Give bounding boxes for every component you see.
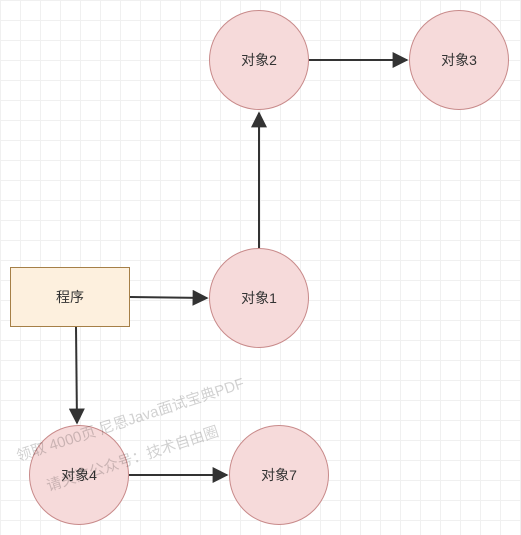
- node-obj3-label: 对象3: [441, 50, 477, 70]
- node-obj4-label: 对象4: [61, 465, 97, 485]
- node-program[interactable]: 程序: [10, 267, 130, 327]
- node-obj1-label: 对象1: [241, 288, 277, 308]
- node-obj4[interactable]: 对象4: [29, 425, 129, 525]
- node-obj7-label: 对象7: [261, 465, 297, 485]
- edge-program-obj1: [130, 297, 207, 298]
- node-obj2-label: 对象2: [241, 50, 277, 70]
- node-obj1[interactable]: 对象1: [209, 248, 309, 348]
- node-program-label: 程序: [56, 287, 84, 307]
- edge-program-obj4: [76, 327, 77, 423]
- node-obj2[interactable]: 对象2: [209, 10, 309, 110]
- node-obj7[interactable]: 对象7: [229, 425, 329, 525]
- node-obj3[interactable]: 对象3: [409, 10, 509, 110]
